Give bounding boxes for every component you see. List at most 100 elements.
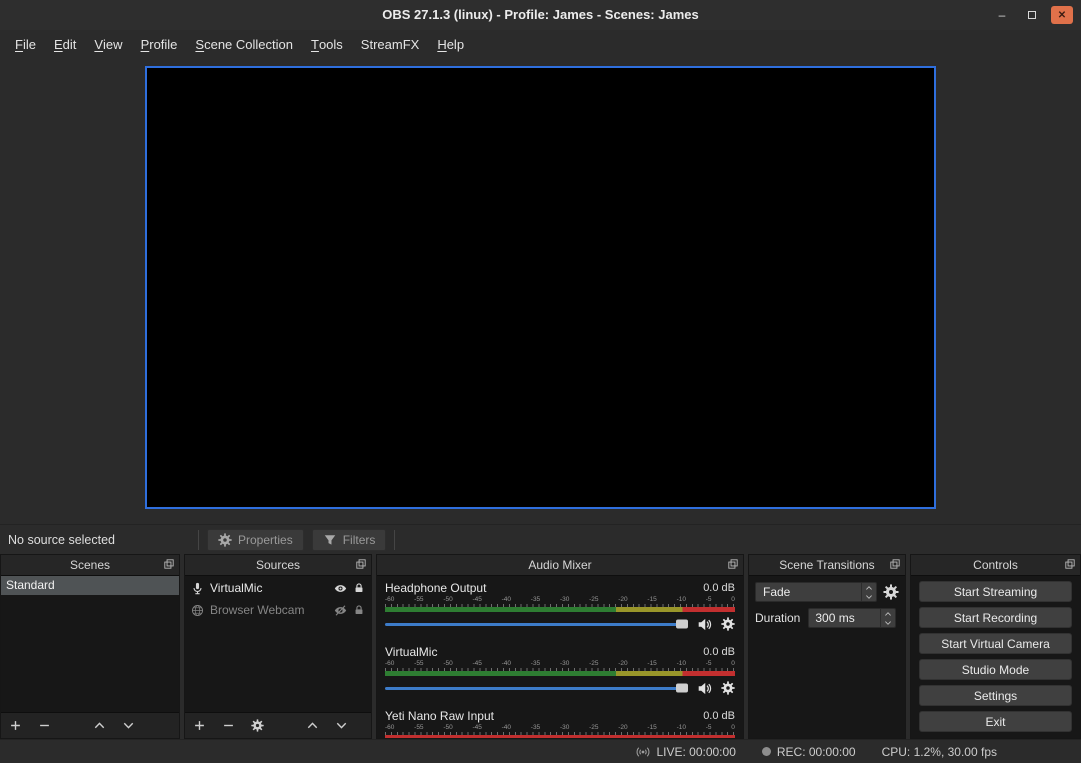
duration-spinbox[interactable]: 300 ms — [808, 608, 896, 628]
chevron-up-icon — [865, 584, 873, 592]
menu-edit[interactable]: Edit — [45, 30, 85, 58]
menubar: File Edit View Profile Scene Collection … — [0, 30, 1081, 58]
mixer-channel-virtualmic: VirtualMic 0.0 dB -60-55-50-45-40-35-30-… — [385, 644, 735, 700]
add-source-icon[interactable] — [193, 719, 206, 732]
add-scene-icon[interactable] — [9, 719, 22, 732]
duration-value: 300 ms — [815, 611, 854, 625]
sources-dock-title: Sources — [256, 558, 300, 572]
window-controls: – ✕ — [991, 0, 1073, 30]
mixer-channel-head: VirtualMic 0.0 dB — [385, 644, 735, 659]
transition-select-arrows[interactable] — [861, 583, 876, 601]
transition-select[interactable]: Fade — [755, 582, 877, 602]
start-recording-button[interactable]: Start Recording — [919, 607, 1072, 628]
menu-tools[interactable]: Tools — [302, 30, 352, 58]
controls-dock-header: Controls — [911, 555, 1080, 575]
window-title: OBS 27.1.3 (linux) - Profile: James - Sc… — [0, 0, 1081, 30]
minimize-button[interactable]: – — [991, 6, 1013, 24]
mixer-slider-row — [385, 676, 735, 700]
move-scene-down-icon[interactable] — [122, 719, 135, 732]
controls-dock: Controls Start Streaming Start Recording… — [910, 554, 1081, 739]
transition-settings-gear-icon[interactable] — [883, 584, 899, 600]
volume-meter — [385, 735, 735, 738]
move-source-down-icon[interactable] — [335, 719, 348, 732]
menu-profile[interactable]: Profile — [132, 30, 187, 58]
volume-slider[interactable] — [385, 687, 688, 690]
transitions-popout-icon[interactable] — [889, 558, 901, 570]
lock-icon[interactable] — [353, 582, 365, 594]
menu-streamfx[interactable]: StreamFX — [352, 30, 429, 58]
studio-mode-button[interactable]: Studio Mode — [919, 659, 1072, 680]
mixer-channel-name: Yeti Nano Raw Input — [385, 709, 494, 723]
obs-window: OBS 27.1.3 (linux) - Profile: James - Sc… — [0, 0, 1081, 763]
controls-popout-icon[interactable] — [1064, 558, 1076, 570]
speaker-icon[interactable] — [697, 617, 712, 632]
start-streaming-button[interactable]: Start Streaming — [919, 581, 1072, 602]
mixer-channel-yeti-nano: Yeti Nano Raw Input 0.0 dB -60-55-50-45-… — [385, 708, 735, 738]
rec-timer: REC: 00:00:00 — [777, 745, 856, 759]
scene-transitions-dock: Scene Transitions Fade Duration — [748, 554, 906, 739]
volume-slider-handle[interactable] — [676, 684, 688, 693]
exit-button[interactable]: Exit — [919, 711, 1072, 732]
scene-transitions-title: Scene Transitions — [779, 558, 874, 572]
mixer-popout-icon[interactable] — [727, 558, 739, 570]
filters-button[interactable]: Filters — [312, 529, 387, 551]
mixer-slider-row — [385, 612, 735, 636]
globe-icon — [191, 604, 204, 617]
sources-toolbar — [185, 712, 371, 738]
preview-canvas[interactable] — [145, 66, 936, 509]
mixer-channel-head: Yeti Nano Raw Input 0.0 dB — [385, 708, 735, 723]
cpu-fps-text: CPU: 1.2%, 30.00 fps — [882, 745, 997, 759]
mixer-channel-headphone-output: Headphone Output 0.0 dB -60-55-50-45-40-… — [385, 580, 735, 636]
rec-status: REC: 00:00:00 — [762, 745, 856, 759]
source-properties-gear-icon[interactable] — [251, 719, 264, 732]
menu-help[interactable]: Help — [428, 30, 473, 58]
sources-popout-icon[interactable] — [355, 558, 367, 570]
toolbar-separator — [394, 530, 395, 550]
menu-scene-collection[interactable]: Scene Collection — [186, 30, 302, 58]
settings-button[interactable]: Settings — [919, 685, 1072, 706]
move-scene-up-icon[interactable] — [93, 719, 106, 732]
remove-scene-icon[interactable] — [38, 719, 51, 732]
start-virtual-camera-button[interactable]: Start Virtual Camera — [919, 633, 1072, 654]
transition-select-value: Fade — [763, 585, 790, 599]
audio-mixer-title: Audio Mixer — [528, 558, 591, 572]
scene-item-standard[interactable]: Standard — [1, 576, 179, 595]
scenes-popout-icon[interactable] — [163, 558, 175, 570]
gear-icon — [218, 533, 232, 547]
channel-gear-icon[interactable] — [721, 617, 735, 631]
menu-file[interactable]: File — [6, 30, 45, 58]
chevron-up-icon — [884, 610, 892, 618]
transition-duration-row: Duration 300 ms — [755, 608, 899, 628]
mixer-channel-level: 0.0 dB — [703, 710, 735, 722]
source-item-browser-webcam[interactable]: Browser Webcam — [185, 600, 371, 620]
volume-slider[interactable] — [385, 623, 688, 626]
broadcast-icon — [636, 745, 650, 759]
channel-gear-icon[interactable] — [721, 681, 735, 695]
audio-mixer-header: Audio Mixer — [377, 555, 743, 575]
audio-mixer-body: Headphone Output 0.0 dB -60-55-50-45-40-… — [377, 575, 743, 738]
visibility-eye-off-icon[interactable] — [334, 604, 347, 617]
maximize-button[interactable] — [1021, 6, 1043, 24]
mixer-channel-name: Headphone Output — [385, 581, 486, 595]
lock-icon[interactable] — [353, 604, 365, 616]
source-toolbar: No source selected Properties Filters — [0, 524, 1081, 554]
source-item-virtualmic[interactable]: VirtualMic — [185, 578, 371, 598]
remove-source-icon[interactable] — [222, 719, 235, 732]
close-button[interactable]: ✕ — [1051, 6, 1073, 24]
mixer-db-scale: -60-55-50-45-40-35-30-25-20-15-10-50 — [385, 723, 735, 732]
duration-spin-arrows[interactable] — [880, 609, 895, 627]
scenes-list: Standard — [1, 575, 179, 712]
filter-icon — [323, 533, 337, 547]
speaker-icon[interactable] — [697, 681, 712, 696]
live-timer: LIVE: 00:00:00 — [656, 745, 735, 759]
volume-slider-handle[interactable] — [676, 620, 688, 629]
visibility-eye-icon[interactable] — [334, 582, 347, 595]
audio-mixer-dock: Audio Mixer Headphone Output 0.0 dB -60-… — [376, 554, 744, 739]
microphone-icon — [191, 582, 204, 595]
mixer-channel-level: 0.0 dB — [703, 582, 735, 594]
scene-transitions-body: Fade Duration 300 ms — [749, 575, 905, 738]
menu-view[interactable]: View — [85, 30, 131, 58]
maximize-icon — [1028, 11, 1036, 19]
move-source-up-icon[interactable] — [306, 719, 319, 732]
properties-button[interactable]: Properties — [207, 529, 304, 551]
